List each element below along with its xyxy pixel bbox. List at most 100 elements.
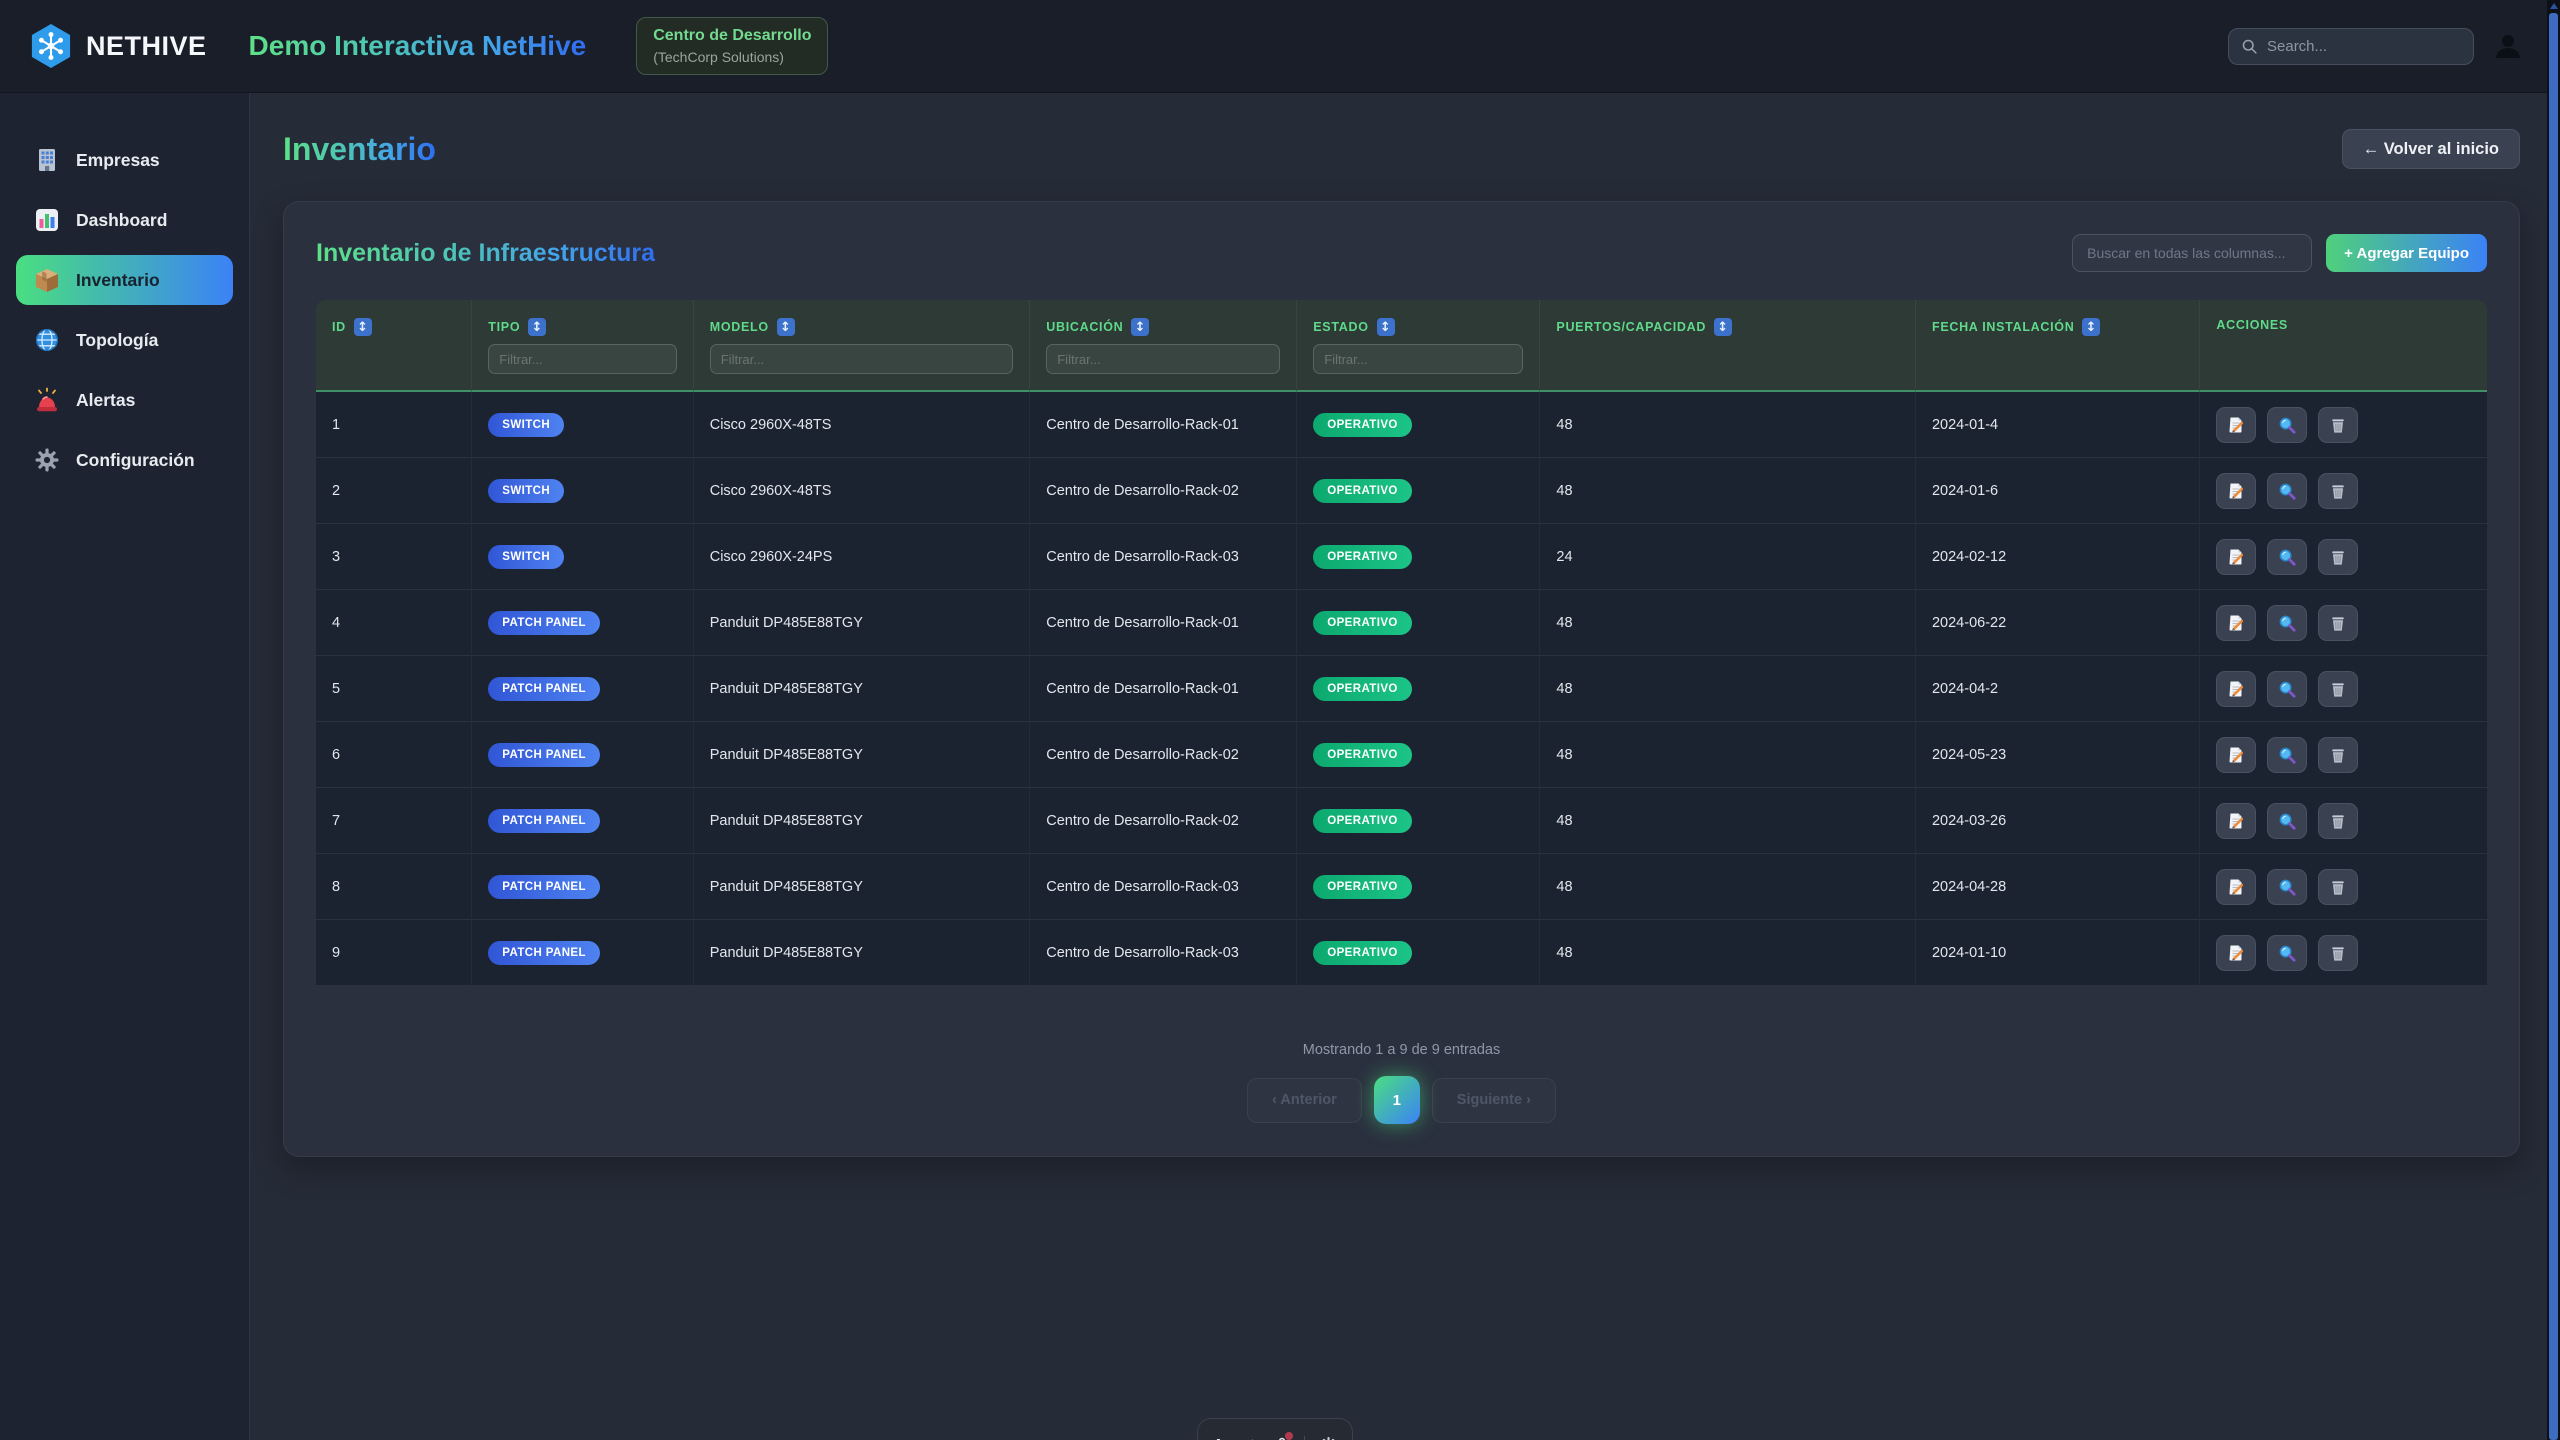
- font-size-button[interactable]: A: [1213, 1436, 1224, 1440]
- cell-estado: OPERATIVO: [1297, 788, 1540, 854]
- estado-badge: OPERATIVO: [1313, 413, 1411, 437]
- sort-icon[interactable]: ↕: [1131, 318, 1149, 336]
- trash-icon: [2329, 812, 2347, 830]
- sidebar-item-dashboard[interactable]: Dashboard: [16, 195, 233, 245]
- column-header-fecha: FECHA INSTALACIÓN↕: [1932, 318, 2183, 336]
- sort-icon[interactable]: ↕: [528, 318, 546, 336]
- global-search[interactable]: [2228, 28, 2474, 65]
- magnifier-icon: [2278, 812, 2296, 830]
- view-button[interactable]: [2267, 737, 2307, 773]
- bar-chart-icon: [34, 207, 60, 233]
- sidebar-item-inventario[interactable]: Inventario: [16, 255, 233, 305]
- prev-page-button[interactable]: ‹ Anterior: [1247, 1078, 1362, 1123]
- user-menu-button[interactable]: [2492, 30, 2524, 62]
- view-button[interactable]: [2267, 869, 2307, 905]
- edit-button[interactable]: [2216, 473, 2256, 509]
- top-bar: NETHIVE Demo Interactiva NetHive Centro …: [0, 0, 2560, 93]
- view-button[interactable]: [2267, 935, 2307, 971]
- sidebar-item-empresas[interactable]: Empresas: [16, 135, 233, 185]
- memo-icon: [2227, 878, 2245, 896]
- sidebar-item-configuracion[interactable]: Configuración: [16, 435, 233, 485]
- delete-button[interactable]: [2318, 869, 2358, 905]
- current-page-button[interactable]: 1: [1374, 1076, 1420, 1124]
- scrollbar-thumb[interactable]: [2549, 13, 2558, 1440]
- next-page-button[interactable]: Siguiente ›: [1432, 1078, 1556, 1123]
- sort-icon[interactable]: ↕: [777, 318, 795, 336]
- cell-tipo: PATCH PANEL: [472, 590, 693, 656]
- cell-modelo: Panduit DP485E88TGY: [694, 920, 1031, 986]
- view-button[interactable]: [2267, 803, 2307, 839]
- delete-button[interactable]: [2318, 605, 2358, 641]
- view-button[interactable]: [2267, 605, 2307, 641]
- cell-acciones: [2200, 524, 2487, 590]
- cell-ubicacion: Centro de Desarrollo-Rack-01: [1030, 392, 1297, 458]
- trash-icon: [2329, 482, 2347, 500]
- notification-dot: [1285, 1432, 1293, 1440]
- trash-icon: [2329, 614, 2347, 632]
- back-home-button[interactable]: ← Volver al inicio: [2342, 129, 2520, 169]
- sort-icon[interactable]: ↕: [2082, 318, 2100, 336]
- magnifier-icon: [2278, 482, 2296, 500]
- page-scrollbar[interactable]: [2547, 0, 2560, 1440]
- sort-icon[interactable]: ↕: [1377, 318, 1395, 336]
- table-filter-row: [316, 338, 2487, 392]
- page-title: Inventario: [283, 131, 436, 168]
- add-equipment-button[interactable]: + Agregar Equipo: [2326, 234, 2487, 272]
- magnifier-icon: [2278, 746, 2296, 764]
- filter-tipo-input[interactable]: [488, 344, 676, 374]
- edit-button[interactable]: [2216, 737, 2256, 773]
- filter-estado-input[interactable]: [1313, 344, 1523, 374]
- column-header-modelo: MODELO↕: [710, 318, 1014, 336]
- cell-id: 1: [316, 392, 472, 458]
- view-button[interactable]: [2267, 407, 2307, 443]
- view-button[interactable]: [2267, 671, 2307, 707]
- edit-button[interactable]: [2216, 671, 2256, 707]
- column-header-acciones: ACCIONES: [2216, 318, 2471, 332]
- delete-button[interactable]: [2318, 671, 2358, 707]
- toolbar-settings-button[interactable]: [1320, 1436, 1337, 1440]
- cell-estado: OPERATIVO: [1297, 920, 1540, 986]
- filter-modelo-input[interactable]: [710, 344, 1014, 374]
- cell-ubicacion: Centro de Desarrollo-Rack-02: [1030, 788, 1297, 854]
- delete-button[interactable]: [2318, 407, 2358, 443]
- global-search-input[interactable]: [2267, 38, 2461, 55]
- search-icon: [2241, 38, 2258, 55]
- view-button[interactable]: [2267, 473, 2307, 509]
- sort-icon[interactable]: ↕: [1714, 318, 1732, 336]
- edit-button[interactable]: [2216, 539, 2256, 575]
- table-global-filter-input[interactable]: [2072, 234, 2312, 272]
- edit-button[interactable]: [2216, 869, 2256, 905]
- cell-tipo: PATCH PANEL: [472, 920, 693, 986]
- edit-button[interactable]: [2216, 935, 2256, 971]
- cell-id: 8: [316, 854, 472, 920]
- edit-button[interactable]: [2216, 407, 2256, 443]
- delete-button[interactable]: [2318, 539, 2358, 575]
- cell-ubicacion: Centro de Desarrollo-Rack-01: [1030, 656, 1297, 722]
- delete-button[interactable]: [2318, 803, 2358, 839]
- cell-fecha: 2024-04-28: [1916, 854, 2200, 920]
- sidebar: Empresas Dashboard Inventario: [0, 93, 250, 1440]
- panel-header: Inventario de Infraestructura + Agregar …: [316, 234, 2487, 272]
- sidebar-item-alertas[interactable]: Alertas: [16, 375, 233, 425]
- delete-button[interactable]: [2318, 935, 2358, 971]
- scrollbar-up-arrow[interactable]: [2550, 3, 2558, 9]
- view-button[interactable]: [2267, 539, 2307, 575]
- delete-button[interactable]: [2318, 473, 2358, 509]
- filter-ubicacion-input[interactable]: [1046, 344, 1280, 374]
- panel-tools: + Agregar Equipo: [2072, 234, 2487, 272]
- sort-icon[interactable]: ↕: [354, 318, 372, 336]
- tipo-badge: SWITCH: [488, 479, 564, 503]
- inventory-panel: Inventario de Infraestructura + Agregar …: [283, 201, 2520, 1157]
- estado-badge: OPERATIVO: [1313, 677, 1411, 701]
- pen-tool-button[interactable]: [1239, 1436, 1256, 1440]
- edit-button[interactable]: [2216, 605, 2256, 641]
- edit-button[interactable]: [2216, 803, 2256, 839]
- cell-fecha: 2024-03-26: [1916, 788, 2200, 854]
- cell-estado: OPERATIVO: [1297, 656, 1540, 722]
- sidebar-item-label: Dashboard: [76, 210, 167, 231]
- sidebar-item-topologia[interactable]: Topología: [16, 315, 233, 365]
- delete-button[interactable]: [2318, 737, 2358, 773]
- memo-icon: [2227, 548, 2245, 566]
- cell-tipo: SWITCH: [472, 392, 693, 458]
- settings-sliders-button[interactable]: [1270, 1436, 1289, 1440]
